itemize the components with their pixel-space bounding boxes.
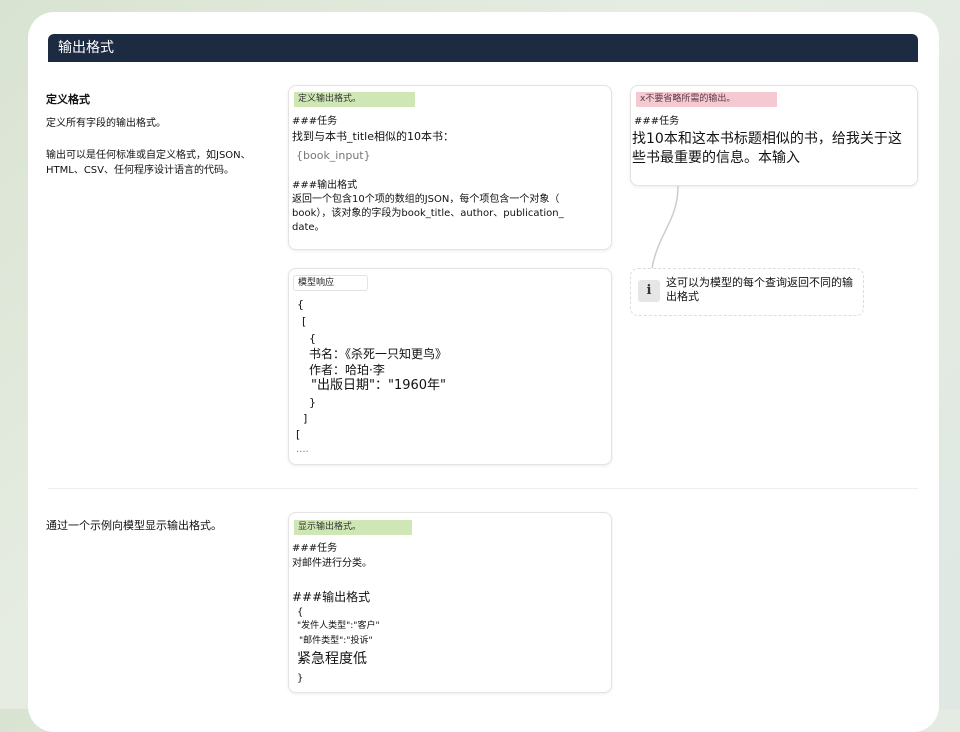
book-input-placeholder: {book_input} <box>296 149 371 162</box>
example-line: } <box>297 673 304 684</box>
bad-example-tag: x不要省略所需的输出。 <box>636 92 777 107</box>
task-line: 找到与本书_title相似的10本书： <box>292 130 455 143</box>
section2-title: 通过一个示例向模型显示输出格式。 <box>46 519 222 532</box>
example-line: 紧急程度低 <box>297 651 367 667</box>
format-line-2: book），该对象的字段为book_title、author、publicati… <box>292 208 564 219</box>
example-line: { <box>297 607 304 618</box>
response-line: [ <box>302 315 307 328</box>
example-format-heading: ###输出格式 <box>292 590 371 604</box>
task-heading: ###任务 <box>292 116 338 127</box>
format-line-1: 返回一个包含10个项的数组的JSON，每个项包含一个对象（ <box>292 194 560 205</box>
response-line: "出版日期"："1960年" <box>311 378 447 393</box>
note-line-1: 输出可以是任何标准或自定义格式，如JSON、 <box>46 150 251 161</box>
response-line: ] <box>303 412 308 425</box>
note-line-2: HTML、CSV、任何程序设计语言的代码。 <box>46 165 234 176</box>
prompt-tag: 定义输出格式。 <box>294 92 415 107</box>
example-task-line: 对邮件进行分类。 <box>292 558 372 569</box>
bad-task-line-1: 找10本和这本书标题相似的书，给我关于这 <box>632 131 902 147</box>
response-line: 书名：《杀死一只知更鸟》 <box>309 347 448 361</box>
bad-task-heading: ###任务 <box>634 116 680 127</box>
section-divider <box>48 488 918 489</box>
info-line-1: 这可以为模型的每个查询返回不同的输 <box>666 276 853 289</box>
prompt-box <box>288 85 612 250</box>
info-icon: i <box>638 280 660 302</box>
response-line: 作者：哈珀·李 <box>309 363 385 377</box>
example-line: "邮件类型":"投诉" <box>299 636 373 646</box>
format-heading: ###输出格式 <box>292 180 358 191</box>
example-task-heading: ###任务 <box>292 543 338 554</box>
response-tag: 模型响应 <box>293 275 368 291</box>
format-line-3: date。 <box>292 222 325 233</box>
section-description: 定义所有字段的输出格式。 <box>46 118 166 129</box>
section-title: 定义格式 <box>46 93 90 106</box>
response-line: { <box>297 298 304 311</box>
example-tag: 显示输出格式。 <box>294 520 412 535</box>
example-line: "发件人类型":"客户" <box>297 621 380 631</box>
bad-task-line-2: 些书最重要的信息。本输入 <box>632 150 800 166</box>
section-header: 输出格式 <box>48 34 918 62</box>
info-line-2: 出格式 <box>666 290 699 303</box>
response-line: { <box>309 332 316 345</box>
response-line: .... <box>296 444 309 455</box>
response-line: [ <box>296 428 301 441</box>
response-line: } <box>309 396 316 409</box>
